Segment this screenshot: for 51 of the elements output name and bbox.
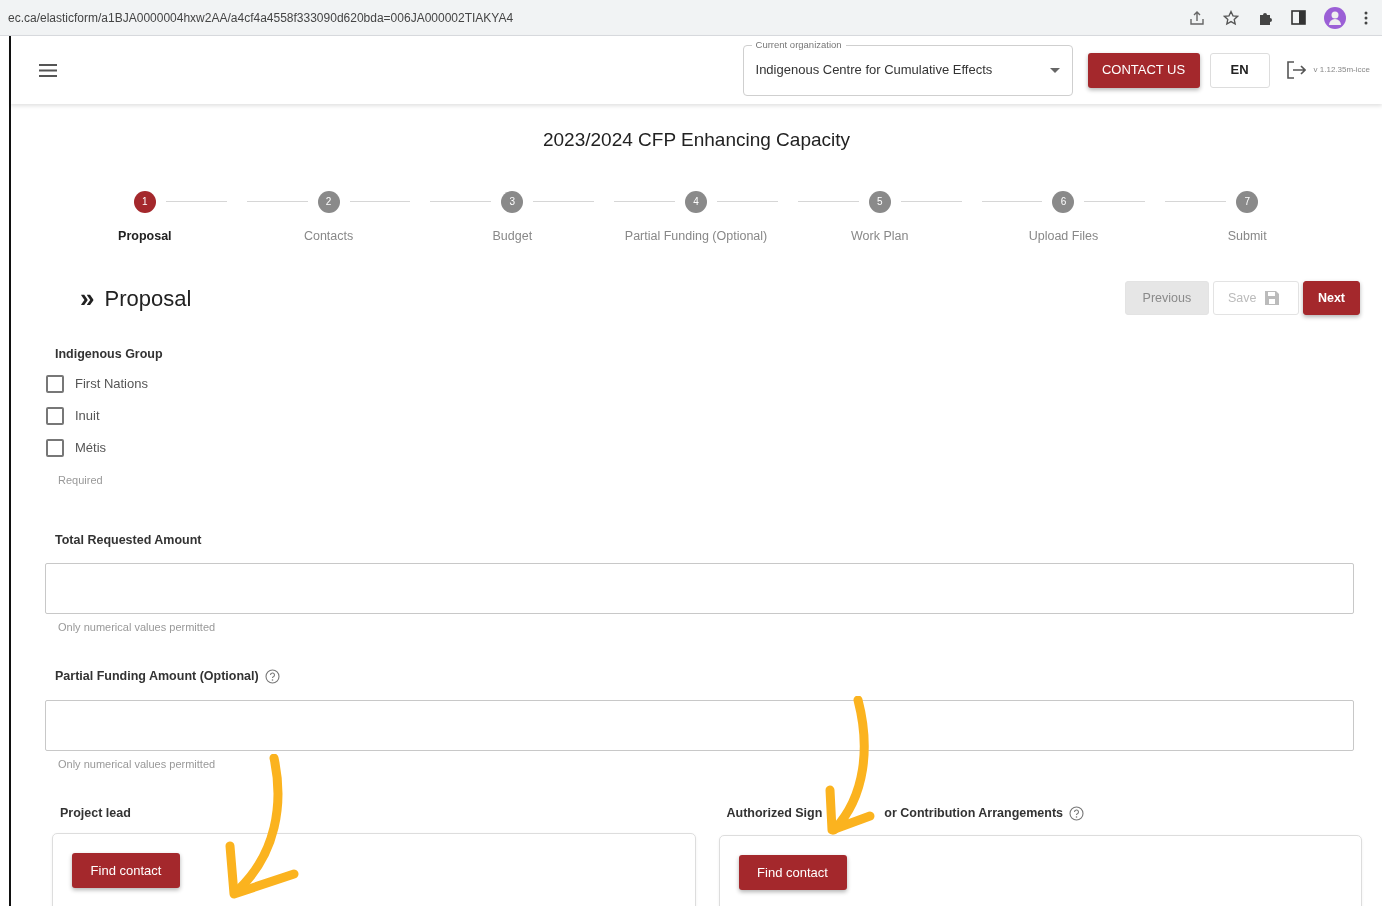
field-label: Project lead — [60, 805, 131, 822]
step-label[interactable]: Budget — [492, 226, 533, 246]
language-button[interactable]: EN — [1209, 52, 1270, 88]
checkbox-label[interactable]: Métis — [75, 438, 107, 458]
nav-button[interactable]: Next — [1302, 281, 1360, 316]
step-number[interactable]: 5 — [868, 190, 891, 213]
menu-icon[interactable] — [39, 63, 57, 77]
avatar-icon[interactable] — [1324, 6, 1346, 29]
helper-text: Only numerical values permitted — [58, 620, 217, 636]
sidebar-icon[interactable] — [1291, 10, 1306, 25]
field-label: Indigenous Group — [55, 346, 164, 364]
step-label[interactable]: Contacts — [303, 226, 354, 246]
step-label[interactable]: Partial Funding (Optional) — [624, 226, 768, 246]
find-contact-button[interactable]: Find contact — [72, 852, 180, 888]
section-heading: Proposal — [104, 284, 192, 313]
step-label[interactable]: Submit — [1227, 226, 1267, 246]
page-title: 2023/2024 CFP Enhancing Capacity — [542, 128, 851, 152]
step-label[interactable]: Work Plan — [851, 226, 909, 246]
step-label[interactable]: Proposal — [118, 226, 172, 246]
step-label[interactable]: Upload Files — [1028, 226, 1099, 246]
field-label: Authorized Sign — [726, 805, 823, 822]
checkbox[interactable] — [46, 439, 64, 457]
dropdown-caret-icon — [1049, 67, 1060, 73]
checkbox-label[interactable]: Inuit — [75, 406, 100, 426]
field-label: Total Requested Amount — [55, 531, 202, 549]
help-icon[interactable] — [1069, 805, 1085, 821]
field-label: or Contribution Arrangements — [884, 805, 1064, 822]
logout-icon[interactable] — [1285, 61, 1306, 79]
contact-us-button[interactable]: CONTACT US — [1087, 52, 1200, 88]
field-label: Partial Funding Amount (Optional) — [55, 667, 259, 685]
section-marker: » — [80, 285, 95, 312]
checkbox[interactable] — [46, 407, 64, 425]
step-number[interactable]: 2 — [317, 190, 340, 213]
input-field[interactable] — [45, 699, 1354, 751]
step-number[interactable]: 1 — [133, 190, 156, 213]
step-number[interactable]: 3 — [501, 190, 524, 213]
more-icon[interactable] — [1364, 10, 1368, 25]
helper-text: Only numerical values permitted — [58, 756, 217, 772]
step-number[interactable]: 6 — [1052, 190, 1075, 213]
checkbox-label[interactable]: First Nations — [75, 374, 148, 394]
step-number[interactable]: 4 — [685, 190, 707, 213]
checkbox[interactable] — [46, 375, 64, 393]
share-icon[interactable] — [1189, 9, 1205, 26]
help-icon[interactable] — [264, 668, 280, 684]
step-number[interactable]: 7 — [1236, 190, 1259, 213]
find-contact-button[interactable]: Find contact — [738, 854, 847, 890]
helper-text: Required — [58, 473, 104, 488]
save-icon — [1264, 290, 1281, 307]
star-icon[interactable] — [1223, 9, 1239, 26]
input-field[interactable] — [45, 563, 1354, 615]
version-text: v 1.12.35m-icce — [1313, 64, 1370, 76]
